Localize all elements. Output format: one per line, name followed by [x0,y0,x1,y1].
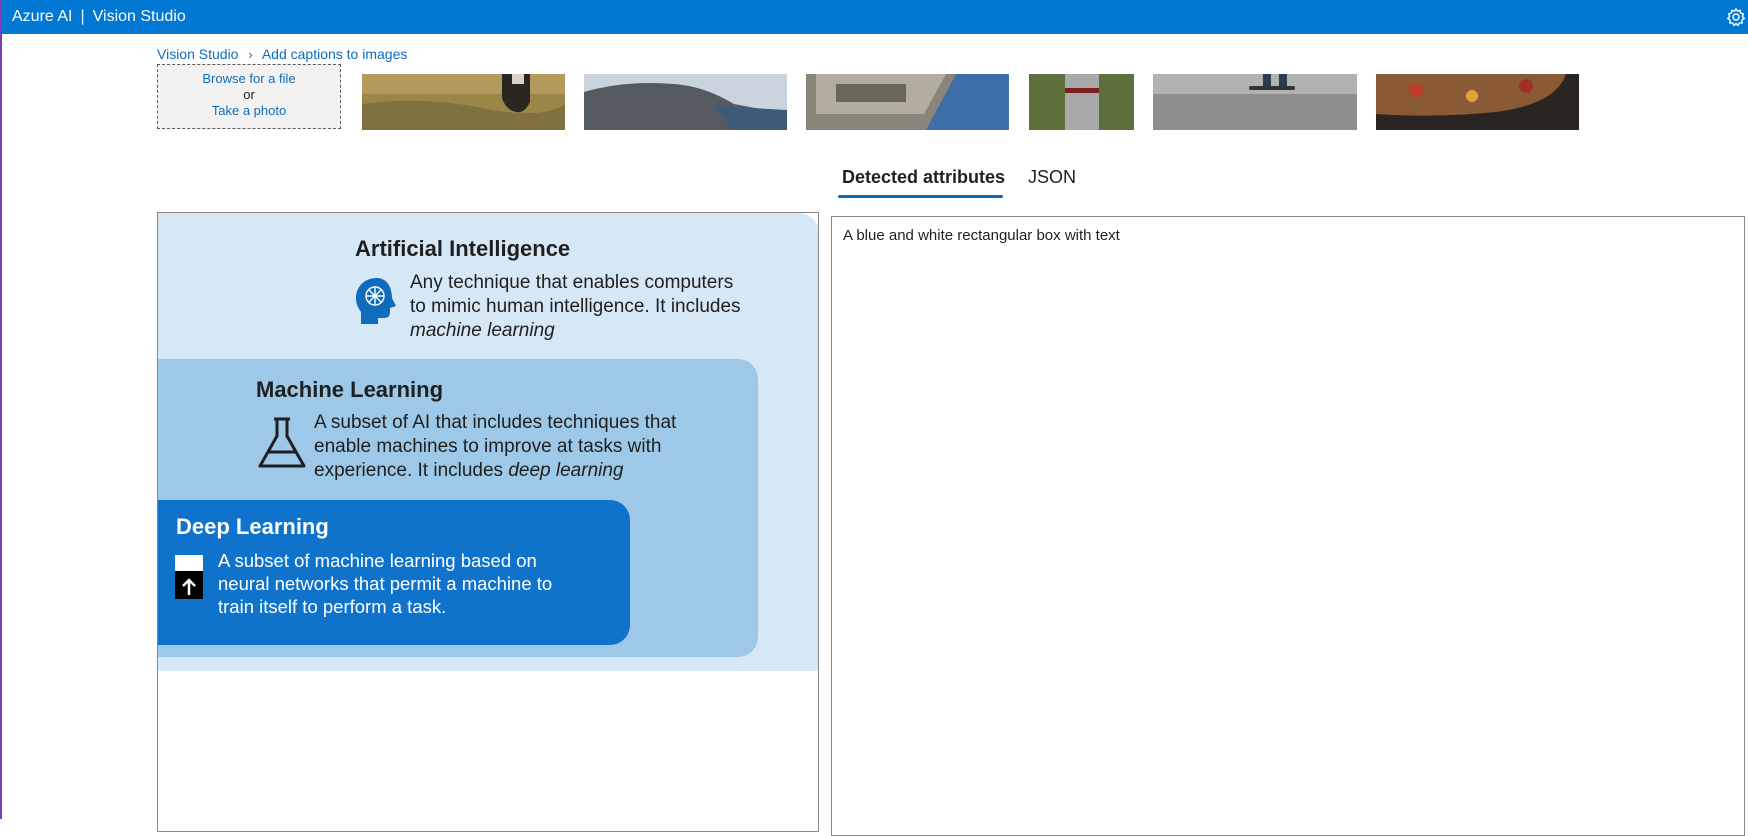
gear-icon[interactable] [1726,7,1746,27]
upload-dropzone[interactable]: Browse for a file or Take a photo [157,64,341,129]
ml-desc-line-3-emphasis: deep learning [508,460,624,481]
chevron-right-icon: › [248,47,253,62]
or-label: or [243,87,255,102]
ai-title: Artificial Intelligence [355,236,571,261]
dl-desc-line-1: A subset of machine learning based on [218,550,537,571]
dl-desc-line-3: train itself to perform a task. [218,596,447,617]
dl-title: Deep Learning [176,514,329,539]
detected-attributes-panel: A blue and white rectangular box with te… [831,216,1745,836]
flask-icon [258,417,306,468]
take-photo-link[interactable]: Take a photo [158,103,340,119]
brand-vision-studio: Vision Studio [92,8,186,25]
ai-infographic-image: Artificial Intelligence Any technique th… [158,213,818,671]
brand-azure-ai: Azure AI [12,8,73,25]
ml-desc-line-3-text: experience. It includes [314,460,509,481]
sample-image-building[interactable] [806,74,1009,130]
ml-desc-line-3: experience. It includes deep learning [314,459,624,483]
ai-desc-line-2: to mimic human intelligence. It includes [410,296,741,317]
network-upload-icon [175,555,203,599]
top-app-bar: Azure AI | Vision Studio [2,0,1748,34]
dl-box: Deep Learning A subset of machine learni… [158,500,630,645]
breadcrumb-vision-studio[interactable]: Vision Studio [157,46,238,62]
ml-desc-line-1: A subset of AI that includes techniques … [314,412,677,433]
sample-image-coast[interactable] [584,74,787,130]
sample-image-baseball[interactable] [1029,74,1134,130]
ml-desc-line-2: enable machines to improve at tasks with [314,436,662,457]
ml-title: Machine Learning [256,377,444,402]
breadcrumb: Vision Studio › Add captions to images [157,45,407,64]
sample-image-food[interactable] [1376,74,1579,130]
ai-desc-line-3: machine learning [410,320,555,341]
caption-result: A blue and white rectangular box with te… [843,227,1120,244]
tab-json[interactable]: JSON [1028,164,1076,190]
tab-detected-attributes[interactable]: Detected attributes [842,164,1005,190]
app-title[interactable]: Azure AI | Vision Studio [12,7,186,27]
sample-image-cows[interactable] [362,74,565,130]
window-edge [0,0,2,819]
brain-head-icon [356,278,396,324]
image-preview-panel: Artificial Intelligence Any technique th… [157,212,819,832]
ai-desc-line-1: Any technique that enables computers [410,272,734,293]
breadcrumb-add-captions[interactable]: Add captions to images [262,46,408,62]
brand-separator: | [80,8,85,25]
sample-image-skateboard[interactable] [1153,74,1357,130]
dl-desc-line-2: neural networks that permit a machine to [218,573,553,594]
active-tab-indicator [838,195,1003,198]
browse-file-link[interactable]: Browse for a file [158,71,340,87]
